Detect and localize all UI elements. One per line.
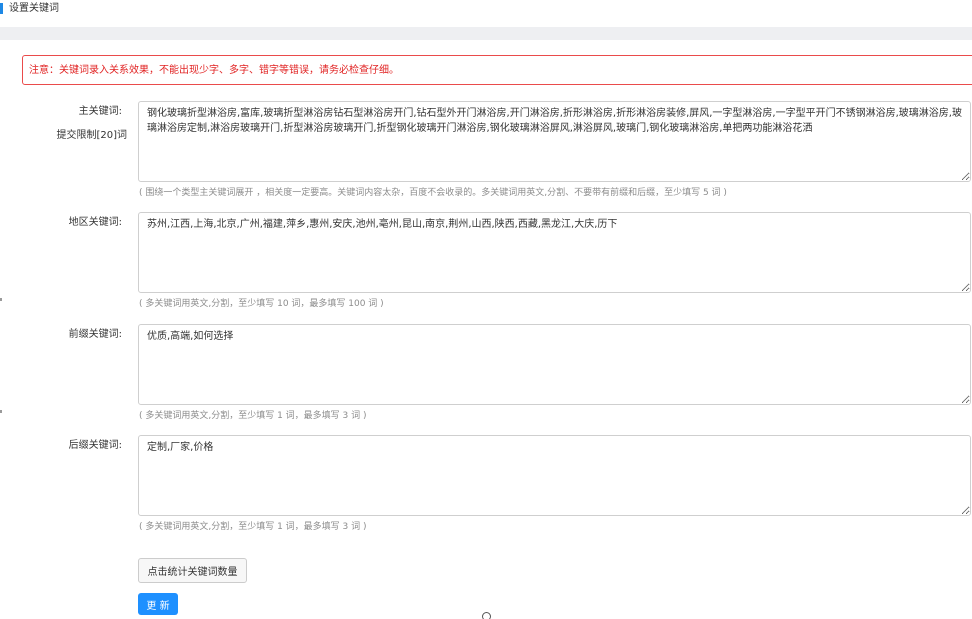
suffix-keyword-label: 后缀关键词: xyxy=(68,440,122,451)
region-keyword-hint: ( 多关键词用英文,分割，至少填写 10 词，最多填写 100 词 ) xyxy=(139,299,384,309)
circle-cursor-icon xyxy=(482,612,491,619)
main-keyword-limit-label: 提交限制[20]词 xyxy=(56,130,127,141)
edge-marker-icon xyxy=(0,298,2,301)
page-title: 设置关键词 xyxy=(9,3,59,14)
prefix-keyword-hint: ( 多关键词用英文,分割，至少填写 1 词，最多填写 3 词 ) xyxy=(139,411,367,421)
warning-notice: 注意：关键词录入关系效果，不能出现少字、多字、错字等错误，请务必检查仔细。 xyxy=(22,55,972,85)
edge-marker-icon xyxy=(0,410,2,413)
keyword-settings-page: 设置关键词 注意：关键词录入关系效果，不能出现少字、多字、错字等错误，请务必检查… xyxy=(0,0,972,619)
region-keyword-textarea[interactable]: 苏州,江西,上海,北京,广州,福建,萍乡,惠州,安庆,池州,亳州,昆山,南京,荆… xyxy=(138,212,971,293)
region-keyword-label: 地区关键词: xyxy=(68,217,122,228)
main-keyword-textarea[interactable]: 钢化玻璃折型淋浴房,富库,玻璃折型淋浴房钻石型淋浴房开门,钻石型外开门淋浴房,开… xyxy=(138,101,971,182)
prefix-keyword-label: 前缀关键词: xyxy=(68,329,122,340)
main-keyword-label: 主关键词: xyxy=(78,106,122,117)
suffix-keyword-textarea[interactable]: 定制,厂家,价格 xyxy=(138,435,971,516)
prefix-keyword-textarea[interactable]: 优质,高端,如何选择 xyxy=(138,324,971,405)
page-header: 设置关键词 xyxy=(0,0,972,18)
header-divider-band xyxy=(0,27,972,40)
main-keyword-hint: ( 围绕一个类型主关键词展开 ，相关度一定要高。关键词内容太杂，百度不会收录的。… xyxy=(139,188,727,198)
warning-notice-text: 注意：关键词录入关系效果，不能出现少字、多字、错字等错误，请务必检查仔细。 xyxy=(29,65,399,76)
suffix-keyword-hint: ( 多关键词用英文,分割，至少填写 1 词，最多填写 3 词 ) xyxy=(139,522,367,532)
count-keywords-button[interactable]: 点击统计关键词数量 xyxy=(138,558,247,583)
header-marker-icon xyxy=(0,3,3,14)
update-button[interactable]: 更 新 xyxy=(138,593,178,615)
